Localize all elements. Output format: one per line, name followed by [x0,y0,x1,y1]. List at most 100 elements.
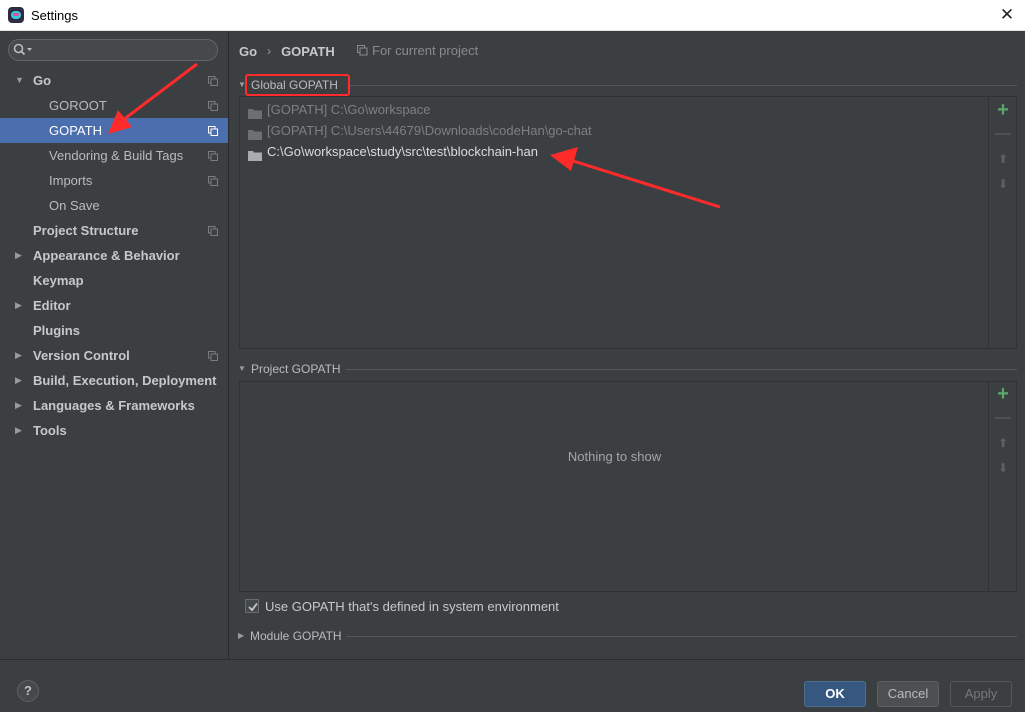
sidebar-item-label: Imports [49,173,93,188]
sidebar-item-languages[interactable]: ▶ Languages & Frameworks [0,393,228,418]
sidebar-item-label: Appearance & Behavior [33,248,180,263]
sidebar-item-go[interactable]: ▼ Go [0,68,228,93]
close-button[interactable]: ✕ [997,5,1017,25]
breadcrumb: Go › GOPATH [239,43,335,59]
sidebar-item-gopath[interactable]: GOPATH [0,118,228,143]
add-path-button[interactable]: + [989,100,1017,120]
list-item[interactable]: [GOPATH] C:\Users\44679\Downloads\codeHa… [248,120,592,141]
sidebar-item-imports[interactable]: Imports [0,168,228,193]
project-scope-icon [208,176,218,186]
sidebar-item-label: On Save [49,198,100,213]
project-scope-icon [208,226,218,236]
project-scope-icon [208,101,218,111]
folder-icon [248,104,262,119]
list-item[interactable]: C:\Go\workspace\study\src\test\blockchai… [248,141,538,162]
path-text: [GOPATH] C:\Users\44679\Downloads\codeHa… [267,123,592,138]
project-scope-icon [208,151,218,161]
sidebar-item-editor[interactable]: ▶ Editor [0,293,228,318]
window-title: Settings [31,7,78,23]
empty-list-text: Nothing to show [567,449,662,464]
dialog-footer: ? OK Cancel Apply [0,659,1025,712]
expanded-arrow-icon[interactable]: ▼ [238,361,248,377]
sidebar-item-keymap[interactable]: Keymap [0,268,228,293]
sidebar-item-appearance[interactable]: ▶ Appearance & Behavior [0,243,228,268]
add-path-button[interactable]: + [989,384,1017,404]
section-divider [346,369,1017,370]
project-scope-icon [208,76,218,86]
project-gopath-entries: Nothing to show [240,382,989,591]
apply-button[interactable]: Apply [950,681,1012,707]
cancel-button[interactable]: Cancel [877,681,939,707]
project-gopath-title: Project GOPATH [251,362,341,376]
sidebar-item-label: GOROOT [49,98,107,113]
scope-note: For current project [357,43,478,58]
sidebar-item-label: Editor [33,298,71,313]
breadcrumb-current: GOPATH [281,43,335,59]
collapsed-arrow-icon[interactable]: ▶ [15,343,25,368]
sidebar-item-vendoring[interactable]: Vendoring & Build Tags [0,143,228,168]
collapsed-arrow-icon[interactable]: ▶ [15,393,25,418]
sidebar-item-label: Project Structure [33,223,139,238]
folder-icon [248,125,262,140]
project-gopath-toolbar: + — ⬆ ⬇ [988,382,1016,591]
ok-button[interactable]: OK [804,681,866,707]
sidebar-item-label: Build, Execution, Deployment [33,373,217,388]
sidebar-item-label: Languages & Frameworks [33,398,195,413]
global-gopath-list: [GOPATH] C:\Go\workspace [GOPATH] C:\Use… [239,96,1017,349]
sidebar-item-label: Version Control [33,348,130,363]
sidebar-item-build[interactable]: ▶ Build, Execution, Deployment [0,368,228,393]
scope-label: For current project [372,43,479,58]
sidebar-item-on-save[interactable]: On Save [0,193,228,218]
path-text: [GOPATH] C:\Go\workspace [267,102,431,117]
remove-path-button[interactable]: — [989,124,1017,144]
sidebar-item-label: Plugins [33,323,80,338]
module-gopath-title: Module GOPATH [250,629,342,643]
path-text: C:\Go\workspace\study\src\test\blockchai… [267,144,538,159]
goland-app-icon [8,7,24,23]
project-scope-icon [208,126,218,136]
global-gopath-toolbar: + — ⬆ ⬇ [988,97,1016,348]
sidebar-item-label: GOPATH [49,123,102,138]
search-icon [13,43,32,56]
sidebar-item-plugins[interactable]: Plugins [0,318,228,343]
collapsed-arrow-icon[interactable]: ▶ [15,293,25,318]
settings-sidebar: ▼ Go GOROOT GOPATH Vendoring & Build Tag… [0,31,229,659]
remove-path-button[interactable]: — [989,408,1017,428]
project-scope-icon [357,45,368,56]
search-input[interactable] [39,42,211,58]
sidebar-item-label: Keymap [33,273,84,288]
section-divider [346,636,1017,637]
sidebar-item-version-control[interactable]: ▶ Version Control [0,343,228,368]
sidebar-item-tools[interactable]: ▶ Tools [0,418,228,443]
expanded-arrow-icon[interactable]: ▼ [15,68,25,93]
use-system-gopath-row[interactable]: Use GOPATH that's defined in system envi… [245,597,559,615]
use-system-gopath-checkbox[interactable] [245,599,259,613]
move-down-button[interactable]: ⬇ [989,458,1017,478]
help-button[interactable]: ? [17,680,39,702]
breadcrumb-separator: › [267,44,272,58]
sidebar-item-label: Vendoring & Build Tags [49,148,184,163]
collapsed-arrow-icon[interactable]: ▶ [15,418,25,443]
breadcrumb-parent: Go [239,43,258,59]
folder-icon [248,146,262,161]
annotation-highlight-box [245,74,350,96]
project-scope-icon [208,351,218,361]
collapsed-arrow-icon[interactable]: ▶ [238,628,248,644]
move-up-button[interactable]: ⬆ [989,433,1017,453]
settings-tree: ▼ Go GOROOT GOPATH Vendoring & Build Tag… [0,68,228,443]
global-gopath-entries: [GOPATH] C:\Go\workspace [GOPATH] C:\Use… [240,97,989,348]
checkmark-icon [248,602,258,612]
project-gopath-list: Nothing to show + — ⬆ ⬇ [239,381,1017,592]
sidebar-item-goroot[interactable]: GOROOT [0,93,228,118]
title-bar: Settings ✕ [0,0,1025,31]
sidebar-item-label: Go [33,73,52,88]
sidebar-item-label: Tools [33,423,67,438]
sidebar-item-project-structure[interactable]: Project Structure [0,218,228,243]
list-item[interactable]: [GOPATH] C:\Go\workspace [248,99,431,120]
collapsed-arrow-icon[interactable]: ▶ [15,368,25,393]
move-up-button[interactable]: ⬆ [989,149,1017,169]
collapsed-arrow-icon[interactable]: ▶ [15,243,25,268]
move-down-button[interactable]: ⬇ [989,174,1017,194]
settings-search[interactable] [8,39,218,61]
section-divider [348,85,1017,86]
